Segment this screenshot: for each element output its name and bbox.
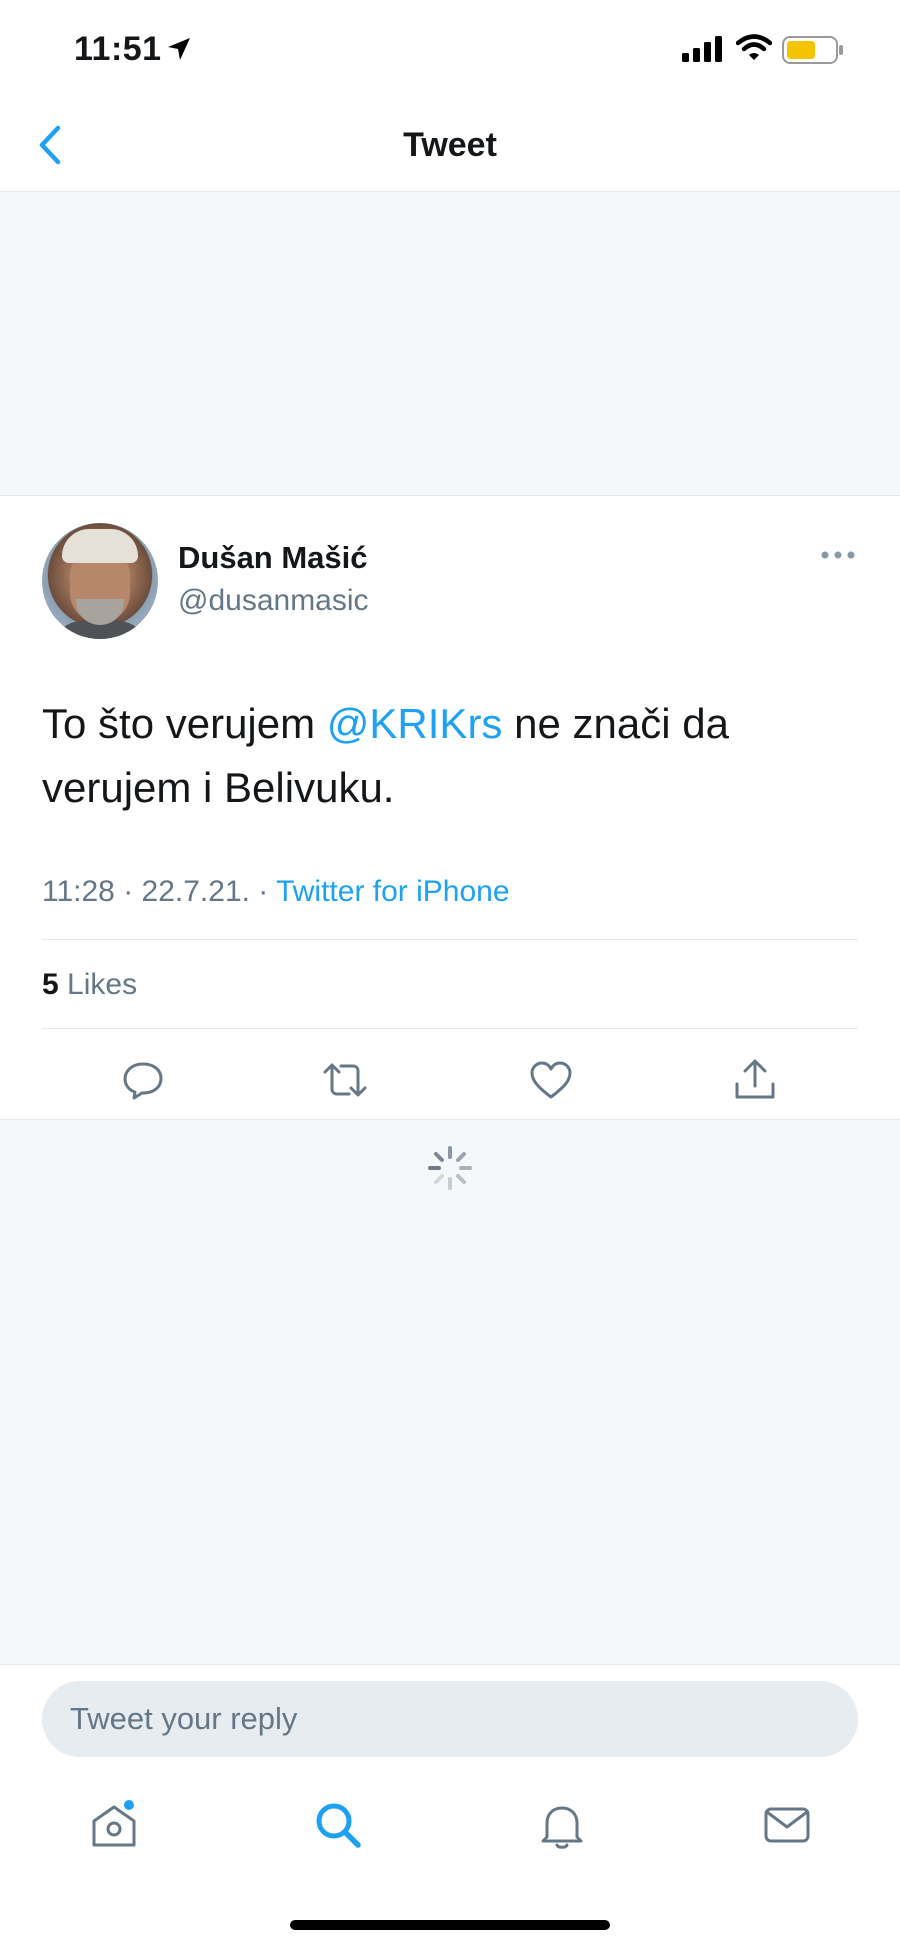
location-arrow-icon [168,38,190,60]
tweet-time: 11:28 [42,875,115,908]
tweet-text-part: To što verujem [42,700,327,747]
author-handle[interactable]: @dusanmasic [178,584,369,618]
battery-icon [782,36,843,64]
avatar[interactable] [42,523,158,639]
notifications-icon[interactable] [534,1797,590,1853]
messages-icon[interactable] [759,1797,815,1853]
divider [42,1028,858,1029]
more-options-icon[interactable] [820,548,856,562]
tweet-date: 22.7.21. [141,875,250,908]
like-icon[interactable] [527,1056,575,1104]
wifi-icon [736,34,772,60]
likes-count: 5 [42,968,59,1001]
reply-input[interactable] [42,1681,858,1757]
status-time: 11:51 [74,30,162,68]
tweet-meta: 11:28 · 22.7.21. · Twitter for iPhone [42,875,510,909]
mention-link[interactable]: @KRIKrs [327,700,503,747]
bottom-bar [0,1664,900,1946]
likes-link[interactable]: 5 Likes [42,968,137,1002]
meta-separator: · [114,875,142,908]
retweet-icon[interactable] [321,1056,369,1104]
meta-separator: · [249,875,277,908]
reply-icon[interactable] [119,1056,167,1104]
home-icon[interactable] [86,1797,142,1853]
page-title: Tweet [403,126,497,164]
likes-label: Likes [67,968,138,1001]
tweet-source-link[interactable]: Twitter for iPhone [276,875,509,908]
divider [42,939,858,940]
status-bar: 11:51 [0,0,900,100]
tweet-card: Dušan Mašić @dusanmasic To što verujem @… [0,495,900,1120]
home-indicator [290,1920,610,1930]
cellular-signal-icon [682,36,722,62]
search-icon[interactable] [310,1797,366,1853]
share-icon[interactable] [731,1056,779,1104]
nav-bar: Tweet [0,100,900,192]
tweet-text: To što verujem @KRIKrs ne znači da veruj… [42,692,862,820]
loading-spinner-icon [428,1146,472,1190]
author-display-name[interactable]: Dušan Mašić [178,540,368,576]
